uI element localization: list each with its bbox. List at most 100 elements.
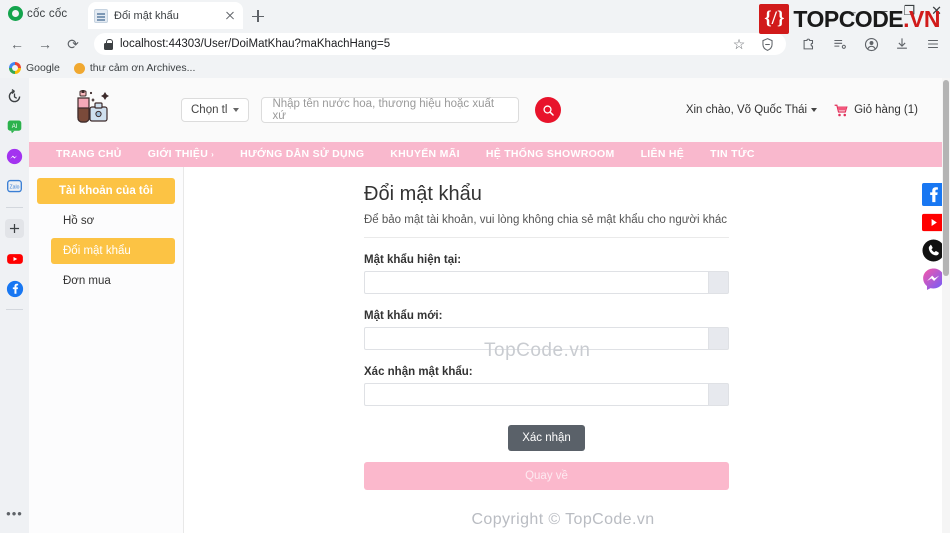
account-sidebar: Tài khoản của tôi Hồ sơ Đổi mật khẩu Đơn… xyxy=(29,167,184,533)
divider xyxy=(6,207,23,208)
hamburger-menu-icon[interactable] xyxy=(924,35,942,53)
confirm-password-input[interactable] xyxy=(364,383,709,406)
zalo-icon[interactable]: Zalo xyxy=(5,177,24,196)
chevron-down-icon xyxy=(233,108,240,112)
shield-icon[interactable] xyxy=(758,35,776,53)
chevron-right-icon: › xyxy=(211,150,215,159)
sidebar-item-doi-mat-khau[interactable]: Đổi mật khẩu xyxy=(51,238,175,264)
orange-dot-icon xyxy=(73,62,85,74)
tab-title: Đổi mật khẩu xyxy=(114,9,179,22)
page-viewport: Chọn tl Nhập tên nước hoa, thương hiệu h… xyxy=(29,78,942,533)
reveal-password-icon[interactable] xyxy=(709,383,729,406)
nav-item-lien-he[interactable]: LIÊN HỆ xyxy=(628,142,698,167)
chevron-down-icon xyxy=(811,108,818,112)
search-input[interactable]: Nhập tên nước hoa, thương hiệu hoặc xuất… xyxy=(261,97,520,123)
main-navigation: TRANG CHỦ GIỚI THIỆU › HƯỚNG DẪN SỬ DỤNG … xyxy=(29,142,942,167)
bookmark-star-icon[interactable]: ☆ xyxy=(730,35,748,53)
messenger-icon[interactable] xyxy=(5,147,24,166)
search-icon xyxy=(543,104,554,116)
confirm-button[interactable]: Xác nhận xyxy=(508,425,585,451)
nav-item-trang-chu[interactable]: TRANG CHỦ xyxy=(43,142,135,167)
field-confirm-password xyxy=(364,383,729,406)
tab-strip: cốc cốc Đổi mật khẩu ← — ❐ ✕ xyxy=(0,0,950,30)
coccoc-logo-icon xyxy=(8,6,23,21)
back-icon[interactable]: ← xyxy=(8,35,26,53)
category-select-label: Chọn tl xyxy=(191,104,228,116)
site-logo[interactable] xyxy=(63,84,125,136)
new-tab-icon[interactable] xyxy=(249,7,267,25)
ai-icon[interactable]: AI xyxy=(5,117,24,136)
download-icon[interactable] xyxy=(893,35,911,53)
window-controls: ← — ❐ ✕ xyxy=(845,4,942,17)
browser-brand: cốc cốc xyxy=(8,6,67,21)
bookmark-label: thư cảm ơn Archives... xyxy=(89,62,196,74)
category-select[interactable]: Chọn tl xyxy=(181,98,250,122)
new-password-input[interactable] xyxy=(364,327,709,350)
reveal-password-icon[interactable] xyxy=(709,271,729,294)
document-icon xyxy=(94,8,108,23)
nav-item-huong-dan-su-dung[interactable]: HƯỚNG DẪN SỬ DỤNG xyxy=(227,142,377,167)
facebook-icon[interactable] xyxy=(5,279,24,298)
change-password-form: Đổi mật khẩu Để bảo mật tài khoản, vui l… xyxy=(364,183,729,490)
sidebar-item-ho-so[interactable]: Hồ sơ xyxy=(51,208,175,234)
google-icon xyxy=(9,62,21,74)
page-title: Đổi mật khẩu xyxy=(364,183,482,205)
back-button[interactable]: Quay về xyxy=(364,462,729,490)
maximize-icon[interactable]: ❐ xyxy=(903,4,915,17)
youtube-icon[interactable] xyxy=(5,249,24,268)
bookmark-item[interactable]: Google xyxy=(9,62,60,74)
bookmarks-bar: Google thư cảm ơn Archives... xyxy=(0,58,950,78)
window-close-icon[interactable]: ✕ xyxy=(931,4,942,17)
history-icon[interactable] xyxy=(5,87,24,106)
profile-icon[interactable] xyxy=(862,35,880,53)
cart-icon xyxy=(834,104,848,116)
nav-item-he-thong-showroom[interactable]: HỆ THỐNG SHOWROOM xyxy=(473,142,628,167)
browser-chrome: cốc cốc Đổi mật khẩu ← — ❐ ✕ ← → ⟳ local… xyxy=(0,0,950,78)
page-content: Tài khoản của tôi Hồ sơ Đổi mật khẩu Đơn… xyxy=(29,167,942,533)
lock-icon xyxy=(104,38,113,50)
site-header: Chọn tl Nhập tên nước hoa, thương hiệu h… xyxy=(29,78,942,142)
divider xyxy=(6,309,23,310)
add-icon[interactable] xyxy=(5,219,24,238)
current-password-input[interactable] xyxy=(364,271,709,294)
header-controls: Chọn tl Nhập tên nước hoa, thương hiệu h… xyxy=(181,97,562,123)
cart-label: Giỏ hàng (1) xyxy=(854,104,918,116)
browser-navigation-bar: ← → ⟳ localhost:44303/User/DoiMatKhau?ma… xyxy=(0,30,950,58)
close-icon[interactable] xyxy=(223,9,237,23)
reveal-password-icon[interactable] xyxy=(709,327,729,350)
sidebar-heading-my-account: Tài khoản của tôi xyxy=(37,178,175,204)
scrollbar-thumb[interactable] xyxy=(943,80,949,276)
nav-item-khuyen-mai[interactable]: KHUYẾN MÃI xyxy=(377,142,473,167)
more-options-icon[interactable]: ••• xyxy=(6,506,23,521)
page-subtitle: Để bảo mật tài khoản, vui lòng không chi… xyxy=(364,214,729,238)
field-new-password xyxy=(364,327,729,350)
minimize-icon[interactable]: — xyxy=(874,4,887,17)
bookmark-item[interactable]: thư cảm ơn Archives... xyxy=(73,62,196,74)
label-current-password: Mật khẩu hiện tại: xyxy=(364,254,462,266)
user-greeting[interactable]: Xin chào, Võ Quốc Thái xyxy=(685,104,818,116)
back-arrow-icon[interactable]: ← xyxy=(845,4,858,17)
sidebar-item-don-mua[interactable]: Đơn mua xyxy=(51,268,175,294)
browser-brand-label: cốc cốc xyxy=(27,7,68,20)
main-column: Đổi mật khẩu Để bảo mật tài khoản, vui l… xyxy=(184,167,942,533)
forward-icon[interactable]: → xyxy=(36,35,54,53)
svg-text:AI: AI xyxy=(12,124,18,130)
header-user-area: Xin chào, Võ Quốc Thái Giỏ hàng (1) xyxy=(686,103,928,118)
reading-list-icon[interactable] xyxy=(831,35,849,53)
user-greeting-label: Xin chào, Võ Quốc Thái xyxy=(685,104,808,116)
search-button[interactable] xyxy=(535,97,562,123)
perfume-bottle-icon xyxy=(77,90,109,123)
bookmark-label: Google xyxy=(26,62,60,74)
puzzle-icon[interactable] xyxy=(800,35,818,53)
browser-side-panel: AI Zalo ••• xyxy=(0,78,29,533)
field-current-password xyxy=(364,271,729,294)
url-text: localhost:44303/User/DoiMatKhau?maKhachH… xyxy=(120,38,391,50)
address-bar[interactable]: localhost:44303/User/DoiMatKhau?maKhachH… xyxy=(94,33,786,55)
nav-item-gioi-thieu[interactable]: GIỚI THIỆU › xyxy=(135,142,227,167)
reload-icon[interactable]: ⟳ xyxy=(64,35,82,53)
page-scrollbar[interactable] xyxy=(942,78,950,533)
label-new-password: Mật khẩu mới: xyxy=(364,310,443,322)
nav-item-tin-tuc[interactable]: TIN TỨC xyxy=(697,142,768,167)
browser-tab[interactable]: Đổi mật khẩu xyxy=(88,2,243,29)
cart-link[interactable]: Giỏ hàng (1) xyxy=(833,103,918,118)
